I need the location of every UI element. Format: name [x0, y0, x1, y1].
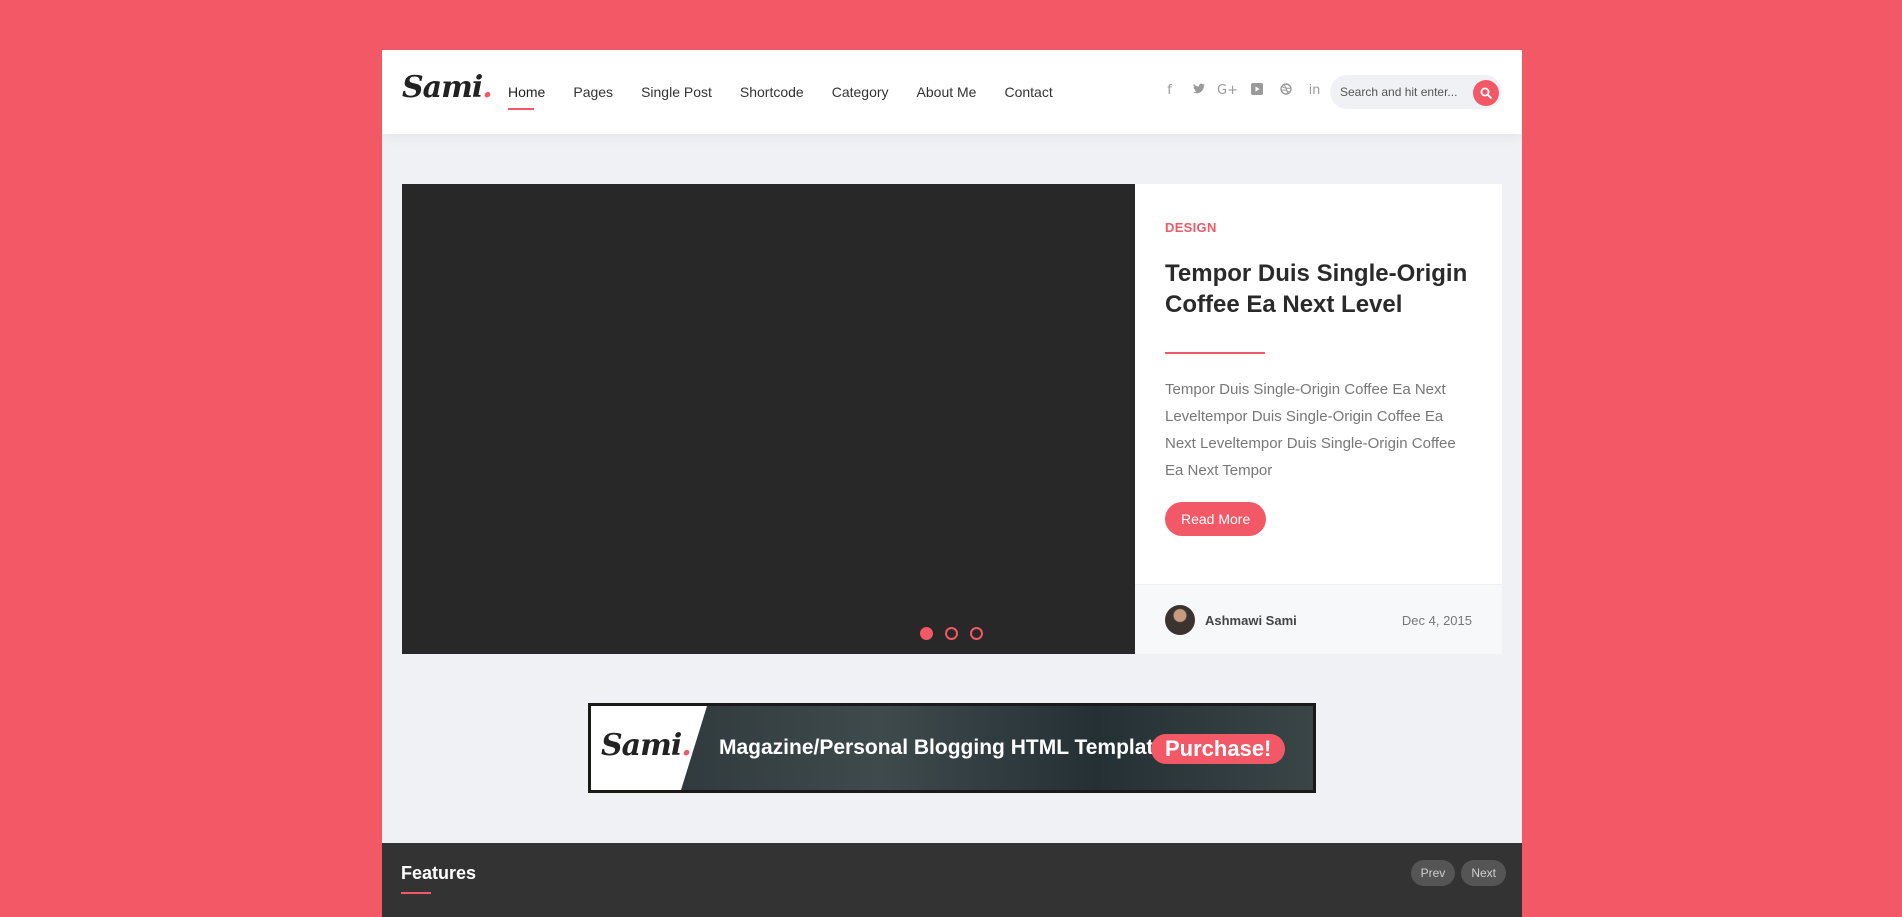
banner-logo-dot: .: [681, 728, 692, 763]
post-meta: Ashmawi Sami Dec 4, 2015: [1135, 584, 1502, 654]
twitter-icon[interactable]: [1184, 83, 1213, 99]
features-divider: [401, 892, 431, 894]
site-logo[interactable]: Sami.: [402, 70, 493, 105]
search-button[interactable]: [1473, 80, 1499, 106]
author-name[interactable]: Ashmawi Sami: [1205, 613, 1297, 628]
post-category[interactable]: DESIGN: [1165, 220, 1217, 235]
google-plus-icon[interactable]: G+: [1213, 83, 1242, 99]
slider-dot-3[interactable]: [970, 627, 983, 640]
features-title: Features: [401, 863, 477, 883]
nav-item-single-post[interactable]: Single Post: [641, 84, 712, 100]
banner-purchase-button[interactable]: Purchase!: [1151, 734, 1286, 764]
nav-item-about-me[interactable]: About Me: [917, 84, 977, 100]
post-date: Dec 4, 2015: [1401, 613, 1472, 628]
nav-item-category[interactable]: Category: [832, 84, 889, 100]
social-links: f G+ in: [1155, 83, 1329, 99]
main-nav: Home Pages Single Post Shortcode Categor…: [508, 84, 1081, 110]
features-section: Features Prev Next: [382, 843, 1522, 917]
title-divider: [1165, 352, 1265, 354]
youtube-icon[interactable]: [1242, 83, 1271, 99]
search-input[interactable]: [1340, 75, 1470, 109]
dribbble-icon[interactable]: [1271, 83, 1300, 99]
logo-text: Sami: [402, 70, 483, 105]
author-avatar[interactable]: [1165, 605, 1195, 635]
ad-banner[interactable]: Sami. Magazine/Personal Blogging HTML Te…: [588, 703, 1316, 793]
logo-dot: .: [482, 70, 493, 105]
nav-item-home[interactable]: Home: [508, 84, 545, 110]
next-button[interactable]: Next: [1461, 860, 1506, 886]
banner-logo: Sami.: [601, 728, 692, 763]
banner-text: Magazine/Personal Blogging HTML Template: [719, 736, 1166, 759]
read-more-button[interactable]: Read More: [1165, 502, 1267, 536]
slide-post-card: DESIGN Tempor Duis Single-Origin Coffee …: [1135, 184, 1502, 654]
search-box: [1330, 75, 1502, 109]
nav-item-pages[interactable]: Pages: [573, 84, 613, 100]
post-title[interactable]: Tempor Duis Single-Origin Coffee Ea Next…: [1165, 258, 1485, 320]
slider-dots: [920, 627, 983, 640]
slide-image[interactable]: [402, 184, 1135, 654]
banner-logo-text: Sami: [601, 728, 682, 763]
site-header: Sami. Home Pages Single Post Shortcode C…: [382, 50, 1522, 134]
post-excerpt: Tempor Duis Single-Origin Coffee Ea Next…: [1165, 381, 1456, 479]
facebook-icon[interactable]: f: [1155, 83, 1184, 99]
featured-slider: DESIGN Tempor Duis Single-Origin Coffee …: [402, 184, 1502, 654]
nav-item-contact[interactable]: Contact: [1004, 84, 1052, 100]
nav-item-shortcode[interactable]: Shortcode: [740, 84, 804, 100]
page-container: Sami. Home Pages Single Post Shortcode C…: [382, 50, 1522, 917]
features-pager: Prev Next: [1410, 860, 1506, 886]
search-icon: [1480, 87, 1492, 99]
slider-dot-1[interactable]: [920, 627, 933, 640]
prev-button[interactable]: Prev: [1410, 860, 1456, 886]
linkedin-icon[interactable]: in: [1300, 83, 1329, 99]
slider-dot-2[interactable]: [945, 627, 958, 640]
